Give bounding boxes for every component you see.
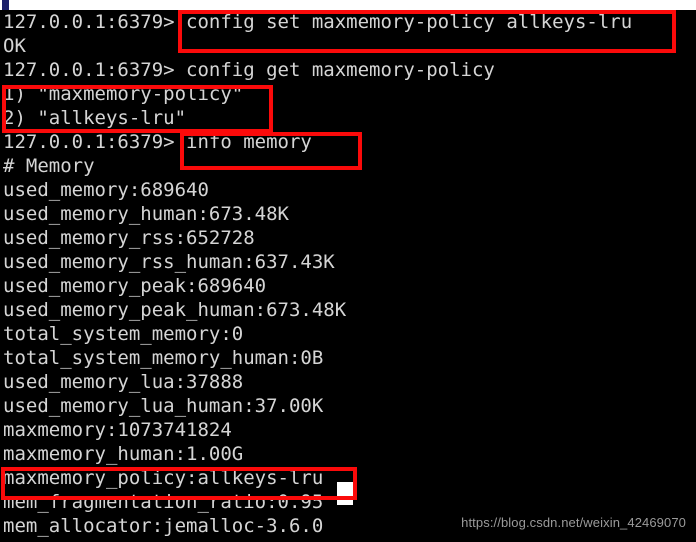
terminal-line: used_memory_lua:37888: [3, 371, 244, 393]
screenshot-root: 127.0.0.1:6379> config set maxmemory-pol…: [0, 0, 696, 542]
terminal-line: used_memory_human:673.48K: [3, 203, 289, 225]
terminal-line: used_memory_peak:689640: [3, 275, 267, 297]
terminal-line: used_memory_rss:652728: [3, 227, 255, 249]
terminal-line: 127.0.0.1:6379> config get maxmemory-pol…: [3, 59, 495, 81]
terminal-line: used_memory_rss_human:637.43K: [3, 251, 335, 273]
terminal-line: maxmemory:1073741824: [3, 419, 232, 441]
terminal-line: used_memory:689640: [3, 179, 209, 201]
window-top-strip: [0, 0, 696, 11]
terminal-output: 127.0.0.1:6379> config set maxmemory-pol…: [3, 10, 696, 538]
terminal-line: 127.0.0.1:6379> info memory: [3, 131, 312, 153]
terminal-block-cursor: [337, 482, 353, 505]
terminal-line: OK: [3, 35, 26, 57]
terminal-line: 1) "maxmemory-policy": [3, 83, 244, 105]
terminal-line: used_memory_lua_human:37.00K: [3, 395, 324, 417]
terminal-line: total_system_memory:0: [3, 323, 244, 345]
watermark-text: https://blog.csdn.net/weixin_42469070: [461, 515, 686, 530]
terminal-line: maxmemory_human:1.00G: [3, 443, 244, 465]
terminal-window[interactable]: 127.0.0.1:6379> config set maxmemory-pol…: [0, 10, 696, 542]
terminal-line: 127.0.0.1:6379> config set maxmemory-pol…: [3, 11, 633, 33]
terminal-line: used_memory_peak_human:673.48K: [3, 299, 347, 321]
terminal-line: # Memory: [3, 155, 95, 177]
terminal-line: total_system_memory_human:0B: [3, 347, 324, 369]
terminal-line: 2) "allkeys-lru": [3, 107, 187, 129]
